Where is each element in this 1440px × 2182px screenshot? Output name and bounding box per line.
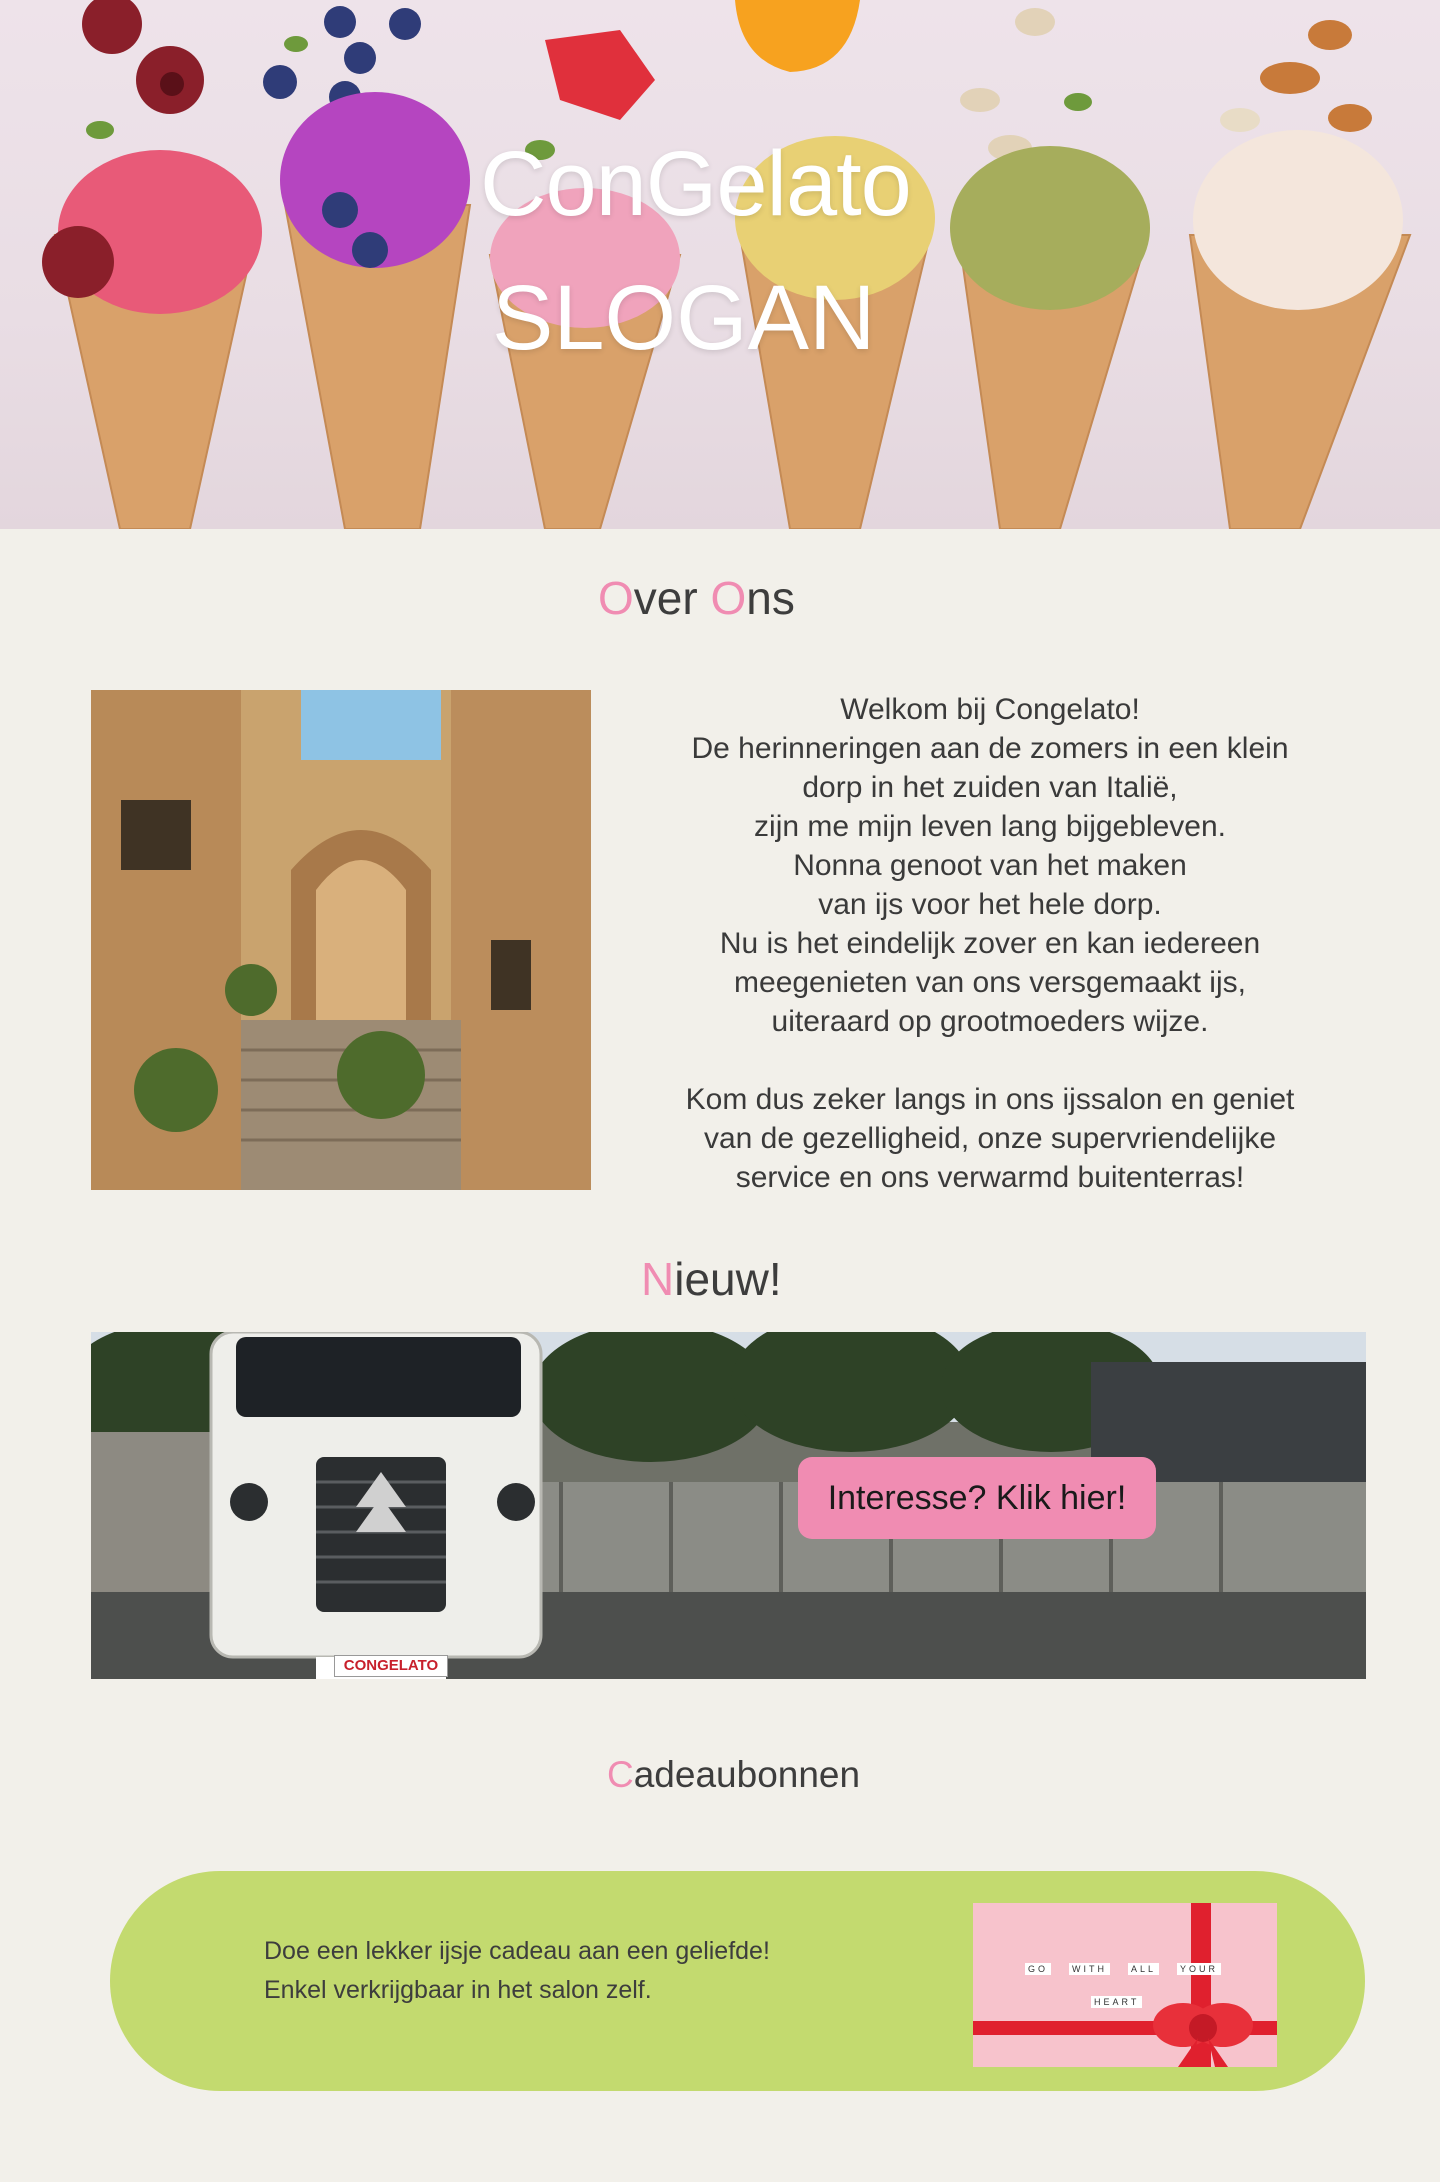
about-line: zijn me mijn leven lang bijgebleven. [754,810,1226,843]
card-word: GO [1025,1963,1052,1975]
heading-text: ns [746,572,795,624]
heading-initial: O [710,572,747,624]
card-word-row-1: GO WITH ALL YOUR [1025,1963,1222,1975]
about-line: service en ons verwarmd buitenterras! [735,1161,1245,1194]
card-word: HEART [1091,1996,1143,2008]
card-word-row-2: HEART [1091,1992,1143,2010]
heading-nieuw: Nieuw! [641,1256,782,1302]
site-title: ConGelato [480,133,912,235]
about-line: van de gezelligheid, onze supervriendeli… [703,1122,1277,1155]
heading-text: ver [633,572,711,624]
gift-line-1: Doe een lekker ijsje cadeau aan een geli… [264,1937,770,1965]
about-line: Nonna genoot van het maken [793,849,1187,882]
license-plate: CONGELATO [334,1655,448,1677]
heading-initial: O [598,572,634,624]
food-truck-image: CONGELATO [91,1332,1366,1679]
heading-initial: N [641,1253,675,1305]
site-slogan: SLOGAN [492,267,876,369]
about-line: van ijs voor het hele dorp. [818,888,1162,921]
heading-initial: C [607,1754,634,1795]
about-paragraph-2: Kom dus zeker langs in ons ijssalon en g… [620,1080,1360,1197]
about-line: Nu is het eindelijk zover en kan iederee… [719,927,1261,960]
about-line: De herinneringen aan de zomers in een kl… [691,732,1289,765]
hero-banner: ConGelato SLOGAN [0,0,1440,529]
heading-over-ons: Over Ons [598,575,795,621]
heading-text: adeaubonnen [633,1754,861,1795]
about-line: meegenieten van ons versgemaakt ijs, [734,966,1246,999]
card-word: ALL [1128,1963,1160,1975]
about-line: uiteraard op grootmoeders wijze. [771,1005,1209,1038]
interest-cta-button[interactable]: Interesse? Klik hier! [798,1457,1156,1539]
about-line: dorp in het zuiden van Italië, [802,771,1178,804]
about-text: Welkom bij Congelato! De herinneringen aa… [620,690,1360,1197]
about-paragraph-1: Welkom bij Congelato! De herinneringen aa… [620,690,1360,1041]
gift-card-image: GO WITH ALL YOUR HEART [973,1903,1277,2067]
heading-text: ieuw! [674,1253,782,1305]
italian-village-image [91,690,591,1190]
card-word: WITH [1069,1963,1111,1975]
about-line: Kom dus zeker langs in ons ijssalon en g… [685,1083,1295,1116]
card-word: YOUR [1177,1963,1222,1975]
about-line: Welkom bij Congelato! [840,693,1140,726]
gift-voucher-text: Doe een lekker ijsje cadeau aan een geli… [264,1932,770,2010]
gift-line-2: Enkel verkrijgbaar in het salon zelf. [264,1976,652,2004]
heading-cadeaubonnen: Cadeaubonnen [607,1756,860,1793]
ice-cream-cones-image [42,0,1412,529]
